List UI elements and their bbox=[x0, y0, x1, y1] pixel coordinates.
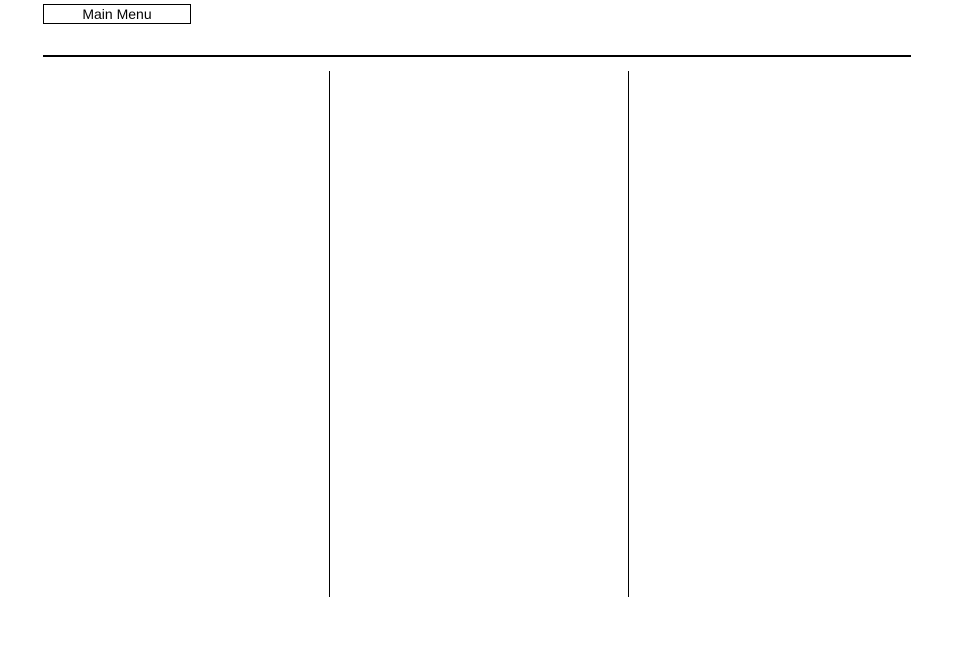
vertical-divider-right bbox=[628, 71, 629, 597]
vertical-divider-left bbox=[329, 71, 330, 597]
horizontal-divider bbox=[43, 55, 911, 57]
main-menu-button[interactable]: Main Menu bbox=[43, 4, 191, 24]
